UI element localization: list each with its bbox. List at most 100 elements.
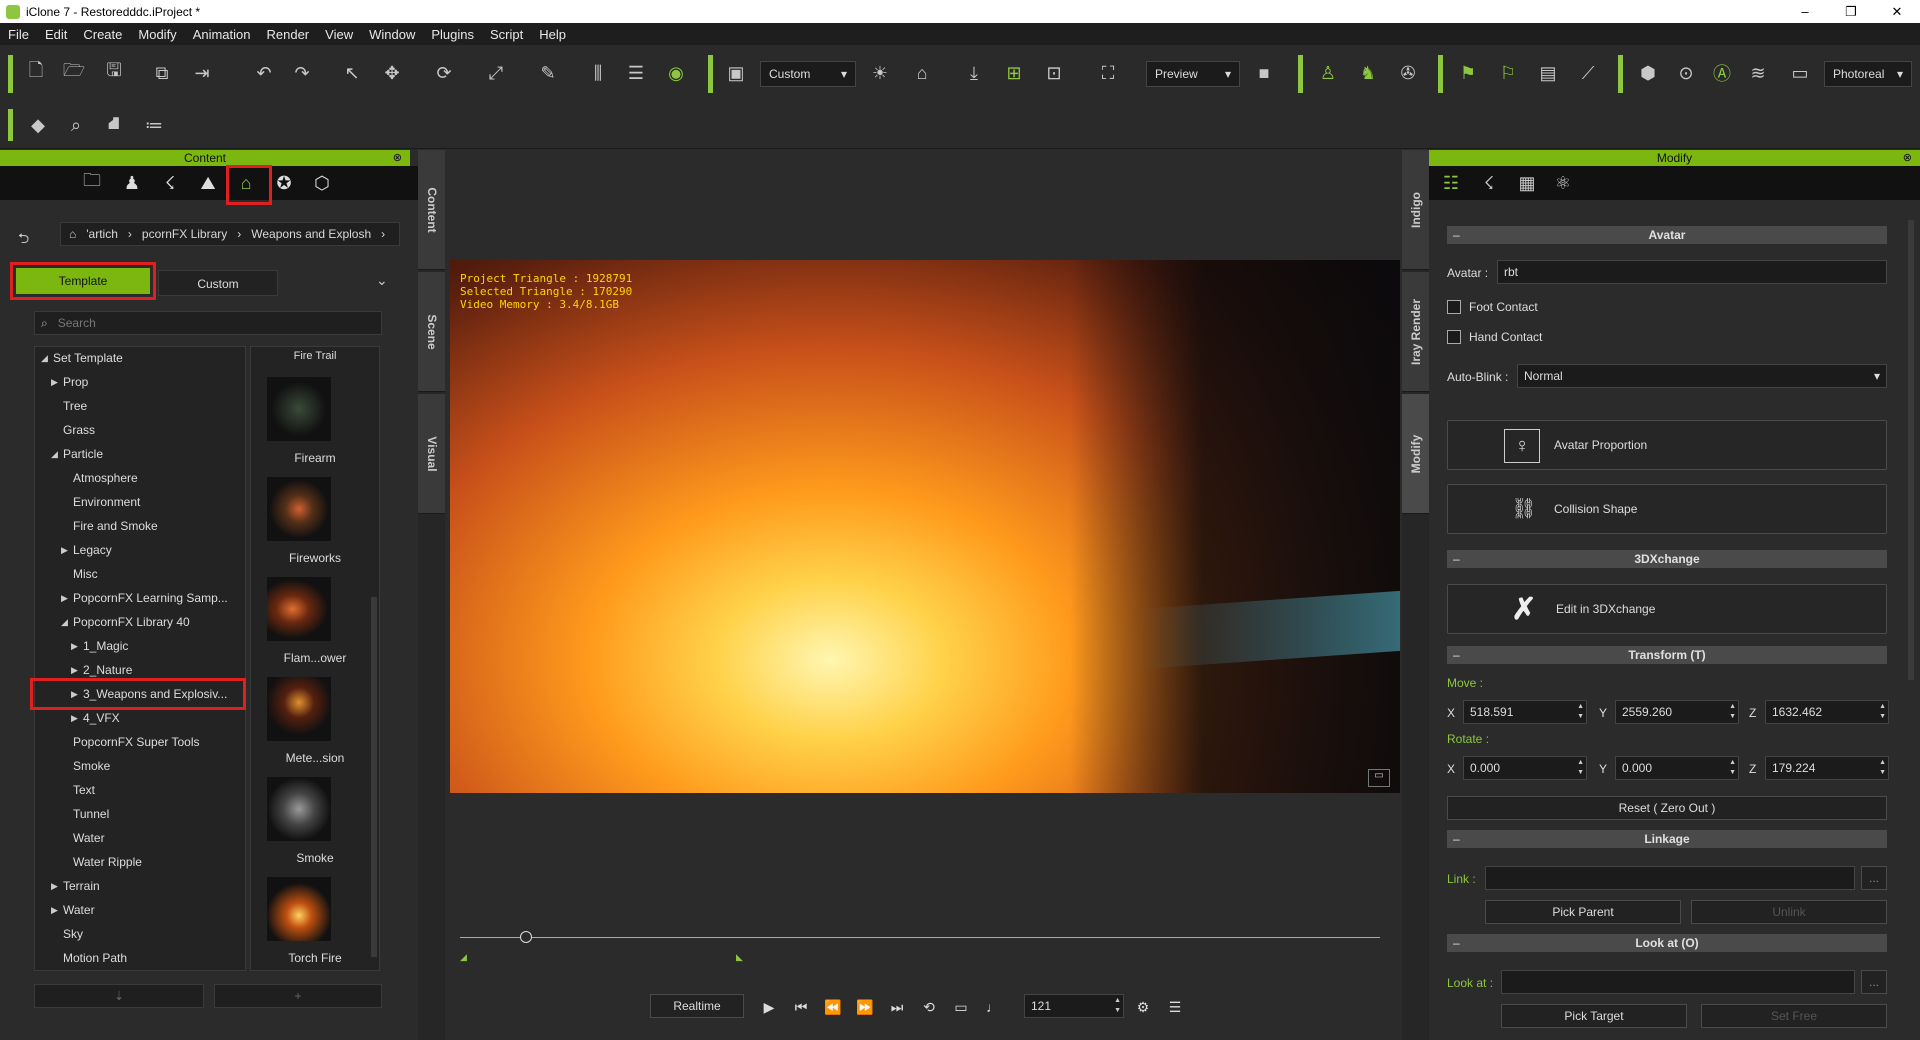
align-icon[interactable]: ⫼	[584, 59, 612, 87]
crowd-icon[interactable]: ⚑	[1454, 59, 1482, 87]
transform-section-header[interactable]: – Transform (T)	[1447, 646, 1887, 664]
select-arrow-icon[interactable]: ↖	[338, 59, 366, 87]
menu-window[interactable]: Window	[361, 27, 423, 42]
tree-item[interactable]: Particle	[63, 447, 103, 461]
avatar-proportion-button[interactable]: ♀ Avatar Proportion	[1447, 420, 1887, 470]
look-at-target-field[interactable]	[1501, 970, 1855, 994]
stepper-arrows-icon[interactable]: ▲ ▼	[1729, 702, 1736, 722]
stepper-arrows-icon[interactable]: ▲ ▼	[1577, 702, 1584, 722]
close-panel-icon[interactable]: ⊗	[1903, 150, 1912, 166]
back-arrow-icon[interactable]: ⮌	[18, 228, 29, 252]
timeline-slider[interactable]: ◢ ◣	[460, 930, 1380, 963]
export-icon[interactable]: ⇥	[188, 59, 216, 87]
add-button[interactable]: +	[214, 984, 382, 1008]
tree-item[interactable]: 1_Magic	[83, 639, 128, 653]
home-icon[interactable]: ⌂	[908, 59, 936, 87]
move-y-field[interactable]: 2559.260 ▲ ▼	[1615, 700, 1739, 724]
pick-parent-button[interactable]: Pick Parent	[1485, 900, 1681, 924]
tree-collapse-arrow-icon[interactable]: ◢	[51, 449, 58, 460]
puppet-icon[interactable]: ✇	[1394, 59, 1422, 87]
flag-icon[interactable]: ⚐	[1494, 59, 1522, 87]
drop-to-floor-icon[interactable]: ⤓	[960, 59, 988, 87]
audio-note-icon[interactable]: ♩	[982, 996, 1004, 1018]
range-end-marker[interactable]: ◣	[736, 952, 743, 963]
previous-frame-icon[interactable]: ⏪	[822, 996, 844, 1018]
tree-expand-arrow-icon[interactable]: ▶	[61, 545, 68, 556]
tree-item[interactable]: Water	[63, 903, 95, 917]
3dxchange-section-header[interactable]: –3DXchange	[1447, 550, 1887, 568]
next-frame-icon[interactable]: ⏩	[854, 996, 876, 1018]
light-icon[interactable]: ☀	[866, 59, 894, 87]
play-icon[interactable]: ▶	[758, 996, 780, 1018]
hand-contact-checkbox[interactable]	[1447, 330, 1461, 344]
tree-item[interactable]: Misc	[73, 567, 98, 581]
tree-item[interactable]: PopcornFX Super Tools	[73, 735, 200, 749]
material-checker-icon[interactable]: ▦	[1513, 169, 1541, 197]
maximize-button[interactable]: ❐	[1828, 4, 1874, 20]
move-icon[interactable]: ✥	[378, 59, 406, 87]
expand-options-icon[interactable]: ⌄	[376, 272, 388, 289]
pick-target-button[interactable]: Pick Target	[1501, 1004, 1687, 1028]
auto-icon[interactable]: Ⓐ	[1708, 59, 1736, 87]
menu-animation[interactable]: Animation	[185, 27, 259, 42]
stepper-arrows-icon[interactable]: ▲ ▼	[1729, 758, 1736, 778]
menu-file[interactable]: File	[0, 27, 37, 42]
go-to-end-icon[interactable]: ⏭	[886, 996, 908, 1018]
3d-viewport[interactable]: Project Triangle : 1928791 Selected Tria…	[450, 260, 1400, 793]
tree-item[interactable]: 4_VFX	[83, 711, 120, 725]
motion-icon[interactable]: ♞	[1354, 59, 1382, 87]
stage-icon[interactable]: ⛰	[194, 170, 222, 196]
settings-sliders-icon[interactable]: ≋	[1744, 59, 1772, 87]
auto-blink-dropdown[interactable]: Normal ▾	[1517, 364, 1887, 388]
character-icon[interactable]: ♙	[1314, 59, 1342, 87]
thumbnail-fireworks[interactable]	[267, 477, 331, 541]
menu-modify[interactable]: Modify	[130, 27, 184, 42]
props-box-icon[interactable]: ⬡	[308, 170, 336, 196]
range-start-marker[interactable]: ◢	[460, 952, 467, 963]
unlink-button[interactable]: Unlink	[1691, 900, 1887, 924]
collision-shape-button[interactable]: ⛓ Collision Shape	[1447, 484, 1887, 534]
distribute-icon[interactable]: ☰	[622, 59, 650, 87]
timeline-handle[interactable]	[520, 931, 532, 943]
tree-item[interactable]: Sky	[63, 927, 83, 941]
tree-item[interactable]: Fire and Smoke	[73, 519, 158, 533]
tab-custom[interactable]: Custom	[158, 270, 278, 296]
menu-help[interactable]: Help	[531, 27, 574, 42]
tree-expand-arrow-icon[interactable]: ▶	[51, 377, 58, 388]
tab-iray-render-vertical[interactable]: Iray Render	[1402, 272, 1429, 392]
new-file-icon[interactable]: 🗋	[22, 59, 50, 87]
rotate-icon[interactable]: ⟳	[430, 59, 458, 87]
attributes-sliders-icon[interactable]: ☷	[1437, 169, 1465, 197]
frame-number-field[interactable]: 121 ▲ ▼	[1024, 994, 1124, 1018]
tree-item[interactable]: Smoke	[73, 759, 110, 773]
tree-item[interactable]: Tree	[63, 399, 87, 413]
edit-in-3dxchange-button[interactable]: ✗ Edit in 3DXchange	[1447, 584, 1887, 634]
link-target-field[interactable]	[1485, 866, 1855, 890]
tree-item[interactable]: Water	[73, 831, 105, 845]
redo-icon[interactable]: ↷	[288, 59, 316, 87]
render-window-icon[interactable]: ▭	[1786, 59, 1814, 87]
tree-expand-arrow-icon[interactable]: ▶	[51, 905, 58, 916]
menu-edit[interactable]: Edit	[37, 27, 75, 42]
menu-render[interactable]: Render	[259, 27, 318, 42]
tree-item[interactable]: Legacy	[73, 543, 112, 557]
rotate-x-field[interactable]: 0.000 ▲ ▼	[1463, 756, 1587, 780]
tree-item[interactable]: Motion Path	[63, 951, 127, 965]
menu-view[interactable]: View	[317, 27, 361, 42]
tree-collapse-arrow-icon[interactable]: ◢	[61, 617, 68, 628]
view-mode-dropdown[interactable]: Custom ▾	[760, 61, 856, 87]
cube-icon[interactable]: ⬢	[1634, 59, 1662, 87]
motion-runner-icon[interactable]: ☇	[1475, 169, 1503, 197]
clipboard-icon[interactable]: ▤	[1534, 59, 1562, 87]
tree-item[interactable]: Water Ripple	[73, 855, 142, 869]
breadcrumb-item[interactable]: Weapons and Explosh	[251, 227, 371, 241]
video-camera-icon[interactable]: ■	[1250, 59, 1278, 87]
close-panel-icon[interactable]: ⊗	[393, 150, 402, 166]
frame-icon[interactable]: ⛶	[1094, 59, 1122, 87]
tree-item[interactable]: Set Template	[53, 351, 123, 365]
render-mode-dropdown[interactable]: Photoreal ▾	[1824, 61, 1912, 87]
thumbnail-torch-fire[interactable]	[267, 877, 331, 941]
tree-item[interactable]: Terrain	[63, 879, 100, 893]
settings-gear-icon[interactable]: ⚙	[1132, 996, 1154, 1018]
avatar-section-header[interactable]: – Avatar	[1447, 226, 1887, 244]
